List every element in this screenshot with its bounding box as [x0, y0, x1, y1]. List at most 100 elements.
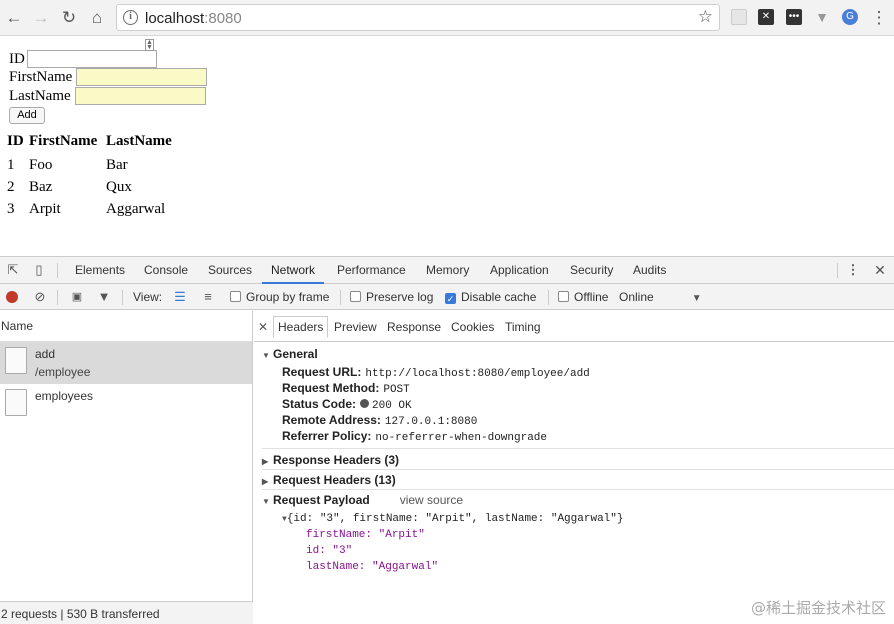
info-icon[interactable]: i — [123, 10, 138, 25]
checkbox[interactable] — [350, 291, 361, 302]
general-section-toggle[interactable]: ▼ General — [262, 347, 318, 361]
number-spinner-icon[interactable]: ▲ ▼ — [145, 39, 154, 51]
cell-firstname: Baz — [29, 178, 53, 195]
tab-sources[interactable]: Sources — [208, 257, 252, 284]
tab-preview[interactable]: Preview — [334, 320, 377, 334]
cell-lastname: Qux — [106, 178, 132, 195]
request-url-row: Request URL: http://localhost:8080/employ… — [282, 365, 590, 380]
google-g-icon[interactable]: G — [842, 9, 858, 25]
id-label: ID — [9, 50, 25, 67]
tab-response[interactable]: Response — [387, 320, 441, 334]
tab-cookies[interactable]: Cookies — [451, 320, 494, 334]
cell-id: 2 — [7, 178, 15, 195]
divider — [57, 263, 58, 278]
disable-cache-checkbox[interactable]: ✓ Disable cache — [445, 284, 536, 310]
divider — [262, 469, 894, 470]
add-button[interactable]: Add — [9, 107, 45, 124]
cell-firstname: Foo — [29, 156, 53, 173]
watermark: @稀土掘金技术社区 — [750, 599, 886, 617]
payload-firstname: firstName: "Arpit" — [306, 529, 425, 541]
record-icon[interactable] — [6, 291, 18, 303]
request-item-add[interactable]: add /employee — [0, 342, 252, 384]
request-path: /employee — [35, 365, 91, 379]
tab-elements[interactable]: Elements — [75, 257, 125, 284]
table-row: 2 Baz Qux — [7, 176, 186, 198]
tab-headers[interactable]: Headers — [273, 316, 329, 338]
close-devtools-icon[interactable]: ✕ — [872, 262, 888, 278]
reload-icon[interactable]: ↻ — [58, 7, 80, 29]
name-column-header[interactable]: Name — [0, 311, 252, 342]
firstname-input[interactable] — [76, 68, 208, 86]
cell-lastname: Bar — [106, 156, 128, 173]
large-rows-icon[interactable]: ☰ — [172, 289, 188, 305]
divider — [122, 290, 123, 305]
payload-id: id: "3" — [306, 545, 353, 557]
extension-x-icon[interactable]: ✕ — [758, 9, 774, 25]
header-lastname: LastName — [106, 132, 172, 149]
tab-console[interactable]: Console — [144, 257, 188, 284]
cell-firstname: Arpit — [29, 200, 61, 217]
device-toolbar-icon[interactable]: ▯ — [31, 262, 47, 278]
extension-icon[interactable] — [731, 9, 747, 25]
extension-dots-icon[interactable]: ••• — [786, 9, 802, 25]
devtools-menu-icon[interactable]: ⋮ — [845, 262, 861, 278]
table-row: 3 Arpit Aggarwal — [7, 198, 186, 220]
tab-audits[interactable]: Audits — [633, 257, 666, 284]
clear-icon[interactable]: ⊘ — [32, 289, 48, 305]
screenshot-camera-icon[interactable]: ▣ — [69, 289, 85, 305]
tab-security[interactable]: Security — [570, 257, 613, 284]
id-row: ID — [9, 50, 157, 68]
cell-id: 3 — [7, 200, 15, 217]
request-headers-toggle[interactable]: ▶ Request Headers (13) — [262, 473, 396, 487]
filter-icon[interactable]: ▼ — [96, 289, 112, 305]
tab-application[interactable]: Application — [490, 257, 549, 284]
remote-address-row: Remote Address: 127.0.0.1:8080 — [282, 413, 478, 428]
response-headers-toggle[interactable]: ▶ Response Headers (3) — [262, 453, 399, 467]
request-name: add — [35, 347, 56, 361]
tab-performance[interactable]: Performance — [337, 257, 406, 284]
tab-timing[interactable]: Timing — [505, 320, 541, 334]
header-firstname: FirstName — [29, 132, 98, 149]
url-text: localhost:8080 — [145, 10, 242, 27]
preserve-log-checkbox[interactable]: Preserve log — [350, 284, 433, 310]
throttle-select[interactable]: Online ▼ — [619, 284, 702, 310]
tab-network[interactable]: Network — [262, 257, 325, 284]
view-source-link[interactable]: view source — [400, 493, 463, 507]
payload-summary[interactable]: ▼{id: "3", firstName: "Arpit", lastName:… — [282, 513, 623, 525]
status-code-row: Status Code: 200 OK — [282, 397, 412, 412]
chevron-down-icon: ▼ — [691, 293, 702, 304]
offline-checkbox[interactable]: Offline — [558, 284, 608, 310]
home-icon[interactable]: ⌂ — [86, 7, 108, 29]
request-method-row: Request Method: POST — [282, 381, 410, 396]
bookmark-star-icon[interactable]: ☆ — [698, 7, 713, 27]
divider — [262, 448, 894, 449]
firstname-label: FirstName — [9, 68, 73, 85]
close-details-icon[interactable]: ✕ — [258, 320, 268, 334]
address-bar[interactable]: i localhost:8080 ☆ — [116, 4, 720, 31]
status-summary: 2 requests | 530 B transferred — [0, 601, 253, 624]
divider — [57, 290, 58, 305]
lastname-input[interactable] — [74, 87, 206, 105]
vue-devtools-icon[interactable]: ▼ — [814, 9, 830, 25]
forward-arrow-icon[interactable]: → — [30, 7, 52, 29]
triangle-down-icon: ▼ — [262, 351, 270, 360]
id-input[interactable] — [26, 50, 157, 68]
referrer-policy-row: Referrer Policy: no-referrer-when-downgra… — [282, 429, 548, 444]
checkbox[interactable] — [230, 291, 241, 302]
divider — [262, 489, 894, 490]
inspect-element-icon[interactable]: ⇱ — [5, 262, 21, 278]
table-header-row: ID FirstName LastName — [7, 132, 186, 154]
tab-memory[interactable]: Memory — [426, 257, 469, 284]
checkbox[interactable] — [558, 291, 569, 302]
waterfall-icon[interactable]: ≡ — [200, 289, 216, 305]
cell-id: 1 — [7, 156, 15, 173]
page-content: ID ▲ ▼ FirstName LastName Add ID FirstNam… — [0, 37, 894, 255]
cell-lastname: Aggarwal — [106, 200, 166, 217]
back-arrow-icon[interactable]: ← — [3, 7, 25, 29]
request-payload-toggle[interactable]: ▼ Request Payload view source — [262, 493, 463, 507]
group-by-frame-checkbox[interactable]: Group by frame — [230, 284, 329, 310]
header-id: ID — [7, 132, 24, 149]
checkmark-icon[interactable]: ✓ — [445, 293, 456, 304]
request-item-employees[interactable]: employees — [0, 384, 252, 426]
chrome-menu-icon[interactable]: ⋮ — [868, 7, 890, 29]
